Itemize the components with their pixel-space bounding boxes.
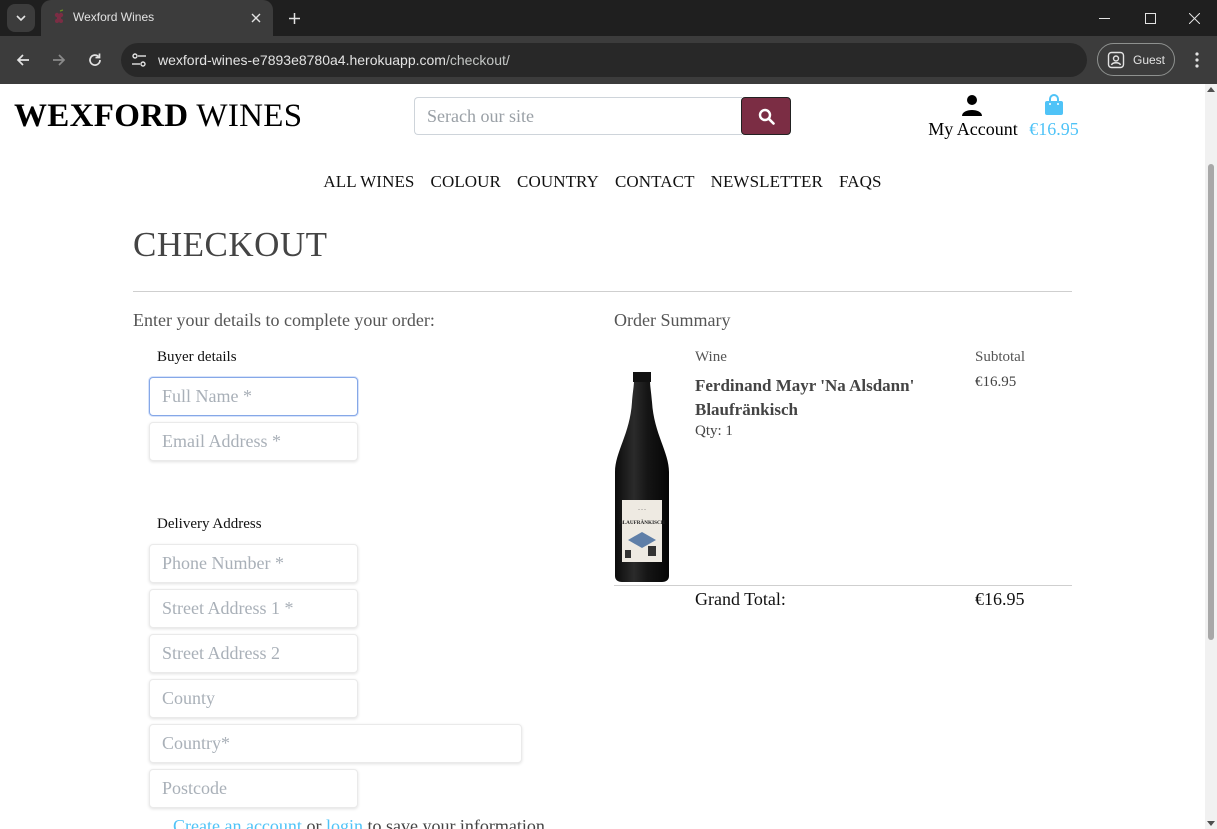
grand-total-value: €16.95	[975, 589, 1025, 609]
county-field[interactable]	[149, 679, 358, 718]
save-info-or: or	[301, 816, 326, 829]
buyer-details-label: Buyer details	[157, 349, 237, 365]
arrow-left-icon	[16, 54, 29, 66]
reload-icon	[89, 53, 101, 66]
save-info-suffix: to save your information	[362, 816, 545, 829]
address-bar[interactable]: wexford-wines-e7893e8780a4.herokuapp.com…	[121, 43, 1087, 77]
maximize-icon	[1144, 12, 1156, 24]
delivery-address-label: Delivery Address	[157, 516, 262, 532]
site-search	[414, 97, 791, 135]
full-name-field[interactable]	[149, 377, 358, 416]
page-scrollbar[interactable]	[1205, 84, 1217, 829]
summary-item-name: Ferdinand Mayr 'Na Alsdann' Blaufränkisc…	[695, 376, 915, 419]
summary-col-subtotal: Subtotal	[975, 349, 1026, 365]
browser-tab[interactable]: Wexford Wines	[41, 0, 273, 36]
checkout-intro: Enter your details to complete your orde…	[133, 310, 435, 330]
more-vert-icon	[1195, 52, 1199, 68]
scroll-thumb[interactable]	[1208, 164, 1214, 640]
grand-total-label: Grand Total:	[695, 589, 786, 609]
shopping-bag-icon	[1045, 94, 1063, 115]
main-nav: ALL WINES COLOUR COUNTRY CONTACT NEWSLET…	[0, 172, 1205, 192]
close-icon	[251, 13, 261, 23]
save-info-text: Create an account or login to save your …	[173, 816, 545, 829]
street-address-1-field[interactable]	[149, 589, 358, 628]
postcode-field[interactable]	[149, 769, 358, 808]
forward-button[interactable]	[45, 46, 73, 74]
page-viewport: WEXFORD WINES My Account €16.95 ALL WINE…	[0, 84, 1205, 829]
reload-button[interactable]	[81, 46, 109, 74]
minimize-button[interactable]	[1081, 0, 1127, 36]
login-link[interactable]: login	[326, 816, 363, 829]
site-logo[interactable]: WEXFORD WINES	[14, 98, 302, 135]
scroll-up-arrow-icon[interactable]	[1207, 87, 1215, 92]
back-button[interactable]	[9, 46, 37, 74]
title-divider	[133, 291, 1072, 292]
street-address-2-field[interactable]	[149, 634, 358, 673]
user-icon	[962, 95, 982, 116]
profile-icon	[1107, 51, 1125, 69]
logo-regular-text: WINES	[188, 98, 303, 134]
url-path: /checkout/	[445, 52, 510, 68]
nav-contact[interactable]: CONTACT	[615, 172, 695, 192]
close-icon	[1188, 12, 1200, 24]
summary-col-wine: Wine	[695, 349, 727, 365]
scroll-down-arrow-icon[interactable]	[1207, 821, 1215, 826]
phone-field[interactable]	[149, 544, 358, 583]
wine-bottle-image: ~ ~ ~ BLAUFRÄNKISCH	[615, 372, 669, 582]
nav-all-wines[interactable]: ALL WINES	[323, 172, 414, 192]
url-host: wexford-wines-e7893e8780a4.herokuapp.com	[158, 52, 446, 68]
minimize-icon	[1098, 17, 1110, 19]
nav-faqs[interactable]: FAQS	[839, 172, 882, 192]
browser-tab-strip: Wexford Wines	[0, 0, 1217, 36]
my-account-label: My Account	[928, 119, 1018, 139]
summary-item-subtotal: €16.95	[975, 374, 1017, 390]
my-account-link[interactable]: My Account	[928, 92, 1018, 140]
email-field[interactable]	[149, 422, 358, 461]
shopping-bag-link[interactable]: €16.95	[1028, 92, 1080, 140]
search-button[interactable]	[741, 97, 791, 135]
close-window-button[interactable]	[1171, 0, 1217, 36]
summary-divider	[614, 585, 1072, 586]
create-account-link[interactable]: Create an account	[173, 816, 302, 829]
tab-close-button[interactable]	[247, 9, 265, 27]
browser-menu-button[interactable]	[1187, 49, 1207, 71]
logo-bold-text: WEXFORD	[14, 98, 189, 134]
bottle-label-text: BLAUFRÄNKISCH	[619, 519, 665, 526]
bag-total: €16.95	[1029, 119, 1079, 139]
country-field[interactable]	[149, 724, 522, 763]
nav-colour[interactable]: COLOUR	[431, 172, 502, 192]
order-summary-title: Order Summary	[614, 310, 731, 330]
site-info-icon[interactable]	[130, 51, 148, 69]
svg-text:~ ~ ~: ~ ~ ~	[638, 508, 646, 512]
arrow-right-icon	[53, 54, 66, 66]
chevron-down-icon	[16, 15, 26, 22]
url-text: wexford-wines-e7893e8780a4.herokuapp.com…	[158, 52, 510, 68]
new-tab-button[interactable]	[283, 7, 305, 29]
search-icon	[758, 108, 775, 125]
nav-country[interactable]: COUNTRY	[517, 172, 599, 192]
profile-button[interactable]: Guest	[1097, 43, 1175, 76]
page-title: CHECKOUT	[133, 225, 328, 264]
nav-newsletter[interactable]: NEWSLETTER	[711, 172, 823, 192]
grape-favicon-icon	[54, 9, 64, 23]
profile-label: Guest	[1133, 53, 1166, 67]
tab-title: Wexford Wines	[73, 10, 155, 24]
plus-icon	[288, 12, 300, 24]
summary-item-qty: Qty: 1	[695, 423, 733, 439]
search-input[interactable]	[414, 97, 742, 135]
tab-search-button[interactable]	[7, 4, 35, 32]
maximize-button[interactable]	[1127, 0, 1173, 36]
